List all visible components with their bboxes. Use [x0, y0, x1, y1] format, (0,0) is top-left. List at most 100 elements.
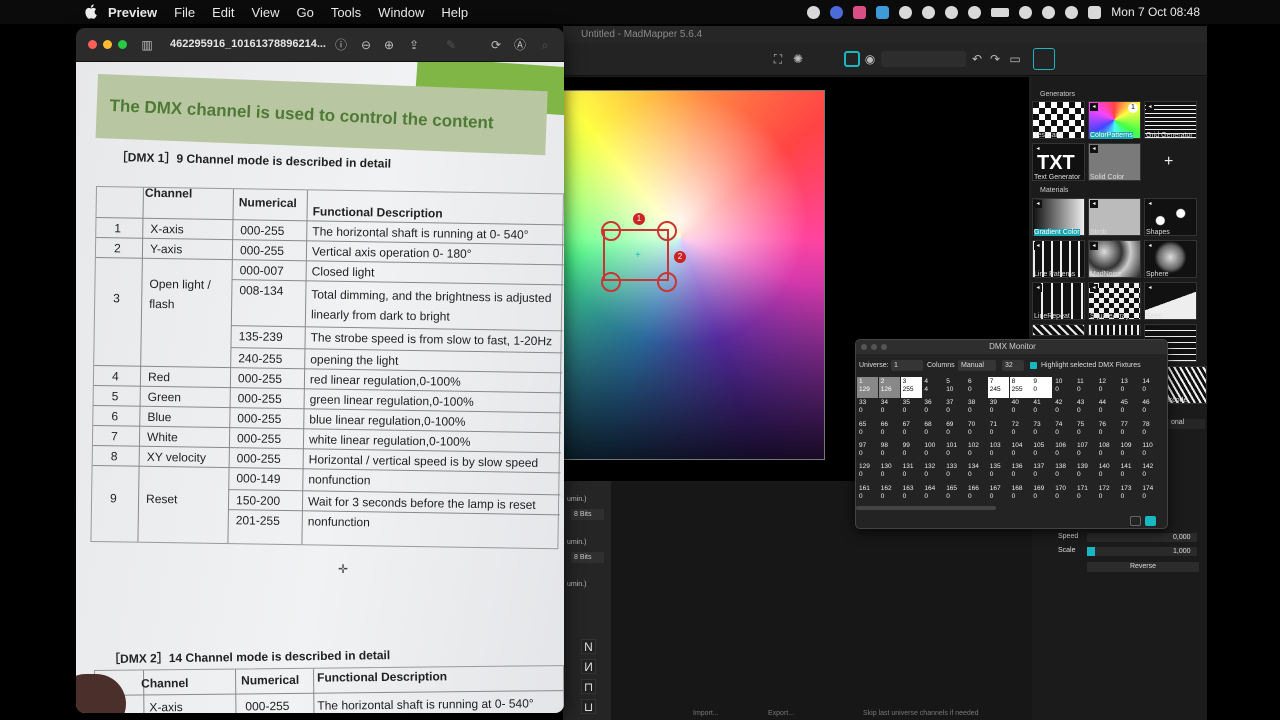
dmx-channel-cell[interactable]: 102 0: [966, 441, 987, 462]
material-linerepeat[interactable]: ◂ LineRepeat: [1032, 282, 1085, 320]
spotlight-search-icon[interactable]: [1065, 5, 1079, 19]
dmx-channel-cell[interactable]: 135 0: [988, 462, 1009, 483]
generator-text[interactable]: ◂ TXT Text Generator: [1032, 143, 1085, 181]
menu-clock[interactable]: Mon 7 Oct 08:48: [1111, 5, 1200, 19]
columns-count-select[interactable]: 32: [1002, 360, 1024, 371]
bits-select-2[interactable]: 8 Bits: [571, 552, 604, 563]
partial-select[interactable]: onal: [1168, 419, 1205, 429]
dmx-channel-cell[interactable]: 76 0: [1097, 420, 1118, 441]
dmx-channel-cell[interactable]: 171 0: [1075, 484, 1096, 505]
minimize-button[interactable]: [103, 40, 112, 49]
quad-handle-br[interactable]: [657, 272, 677, 292]
point-marker-2[interactable]: 2: [674, 251, 686, 263]
dmx-channel-cell[interactable]: 172 0: [1097, 484, 1118, 505]
dmx-channel-cell[interactable]: 167 0: [988, 484, 1009, 505]
zoom-in-icon[interactable]: ⊕: [382, 38, 396, 52]
dmx-channel-cell[interactable]: 60: [966, 377, 987, 398]
dmx-channel-cell[interactable]: 2 126: [878, 377, 900, 398]
dmx-channel-cell[interactable]: 140 0: [1097, 462, 1118, 483]
minimize-icon[interactable]: [871, 344, 877, 350]
dmx-channel-cell[interactable]: 90: [1031, 377, 1053, 398]
highlight-checkbox[interactable]: [1030, 362, 1037, 369]
wifi-icon[interactable]: [1042, 5, 1056, 19]
fit-screen-icon[interactable]: ⛶: [771, 52, 785, 66]
dmx-channel-cell[interactable]: 11 0: [1075, 377, 1096, 398]
material-sphere[interactable]: ◂ Sphere: [1144, 240, 1197, 278]
dmx-channel-cell[interactable]: 141 0: [1119, 462, 1140, 483]
battery-icon[interactable]: [991, 7, 1010, 17]
apple-logo-icon[interactable]: [84, 4, 97, 19]
dmx-channel-cell[interactable]: 136 0: [1010, 462, 1031, 483]
dmx-channel-cell[interactable]: 161 0: [857, 484, 878, 505]
dmx-channel-cell[interactable]: 109 0: [1119, 441, 1140, 462]
dmx-channel-cell[interactable]: 14 0: [1140, 377, 1161, 398]
dmx-horizontal-scrollbar[interactable]: [856, 506, 996, 510]
dmx-channel-cell[interactable]: 78 0: [1140, 420, 1161, 441]
clipboard-icon[interactable]: [876, 5, 890, 19]
add-generator-icon[interactable]: +: [1164, 153, 1173, 171]
dmx-channel-cell[interactable]: 173 0: [1119, 484, 1140, 505]
dmx-channel-cell[interactable]: 163 0: [901, 484, 922, 505]
markup-pen-icon[interactable]: ✎: [444, 38, 458, 52]
dmx-channel-cell[interactable]: 110 0: [1140, 441, 1161, 462]
dmx-channel-cell[interactable]: 162 0: [879, 484, 900, 505]
quad-handle-bl[interactable]: [601, 272, 621, 292]
annotate-icon[interactable]: Ⓐ: [513, 38, 527, 52]
search-icon[interactable]: ⌕: [538, 38, 552, 52]
dmx-channel-cell[interactable]: 36 0: [922, 398, 943, 419]
pattern-u-icon[interactable]: ⊓: [581, 679, 596, 694]
clock-icon[interactable]: [922, 5, 936, 19]
dmx-channel-cell[interactable]: 37 0: [944, 398, 965, 419]
dmx-channel-cell[interactable]: 3 255: [900, 377, 922, 398]
skip-channels-label[interactable]: Skip last universe channels if needed: [863, 710, 979, 717]
dmx-channel-cell[interactable]: 65 0: [857, 420, 878, 441]
menu-edit[interactable]: Edit: [212, 5, 234, 20]
control-center-icon[interactable]: [1088, 5, 1102, 19]
dmx-channel-cell[interactable]: 41 0: [1031, 398, 1052, 419]
speed-value[interactable]: 0,000: [1173, 534, 1191, 541]
scale-value[interactable]: 1,000: [1173, 548, 1191, 555]
dmx-channel-cell[interactable]: 43 0: [1075, 398, 1096, 419]
zoom-icon[interactable]: [830, 5, 844, 19]
dmx-channel-cell[interactable]: 69 0: [944, 420, 965, 441]
dmx-channel-cell[interactable]: 1 129: [857, 377, 878, 398]
zoom-icon[interactable]: [881, 344, 887, 350]
dmx-channel-cell[interactable]: 8 255: [1009, 377, 1031, 398]
redo-icon[interactable]: ↷: [988, 52, 1002, 66]
eye-icon[interactable]: ◉: [863, 52, 877, 66]
columns-mode-select[interactable]: Manual: [958, 360, 996, 371]
dmx-channel-cell[interactable]: 142 0: [1140, 462, 1161, 483]
dmx-export-button[interactable]: [1130, 516, 1141, 526]
dmx-channel-cell[interactable]: 129 0: [857, 462, 878, 483]
dmx-channel-cell[interactable]: 68 0: [922, 420, 943, 441]
output-icon[interactable]: ▭: [1008, 52, 1022, 66]
dmx-lock-button[interactable]: [1145, 516, 1156, 526]
material-barcode[interactable]: arcode: [1164, 366, 1207, 404]
material-row-partial-1[interactable]: [1032, 324, 1085, 336]
dmx-channel-cell[interactable]: 38 0: [966, 398, 987, 419]
dmx-channel-cell[interactable]: 67 0: [901, 420, 922, 441]
dmx-channel-cell[interactable]: 12 0: [1097, 377, 1118, 398]
dmx-channel-cell[interactable]: 73 0: [1031, 420, 1052, 441]
app-status-icon[interactable]: [853, 5, 867, 19]
dmx-channel-cell[interactable]: 33 0: [857, 398, 878, 419]
universe-input[interactable]: 1: [891, 360, 923, 371]
dmx-channel-cell[interactable]: 104 0: [1010, 441, 1031, 462]
dmx-channel-cell[interactable]: 168 0: [1010, 484, 1031, 505]
dmx-channel-cell[interactable]: 98 0: [879, 441, 900, 462]
menu-tools[interactable]: Tools: [331, 5, 361, 20]
info-icon[interactable]: ⓘ: [334, 38, 348, 52]
bluetooth-icon[interactable]: [968, 5, 982, 19]
quad-handle-tr[interactable]: [657, 221, 677, 241]
quad-handle-tl[interactable]: [601, 221, 621, 241]
dmx-channel-cell[interactable]: 137 0: [1031, 462, 1052, 483]
dmx-channel-cell[interactable]: 131 0: [901, 462, 922, 483]
material-madnoise[interactable]: ◂ MadNoise: [1088, 240, 1141, 278]
dmx-channel-cell[interactable]: 99 0: [901, 441, 922, 462]
dmx-channel-cell[interactable]: 134 0: [966, 462, 987, 483]
dmx-channel-cell[interactable]: 70 0: [966, 420, 987, 441]
close-button[interactable]: [88, 40, 97, 49]
close-icon[interactable]: [861, 344, 867, 350]
dmx-channel-cell[interactable]: 103 0: [988, 441, 1009, 462]
material-row-partial-2[interactable]: [1088, 324, 1141, 336]
